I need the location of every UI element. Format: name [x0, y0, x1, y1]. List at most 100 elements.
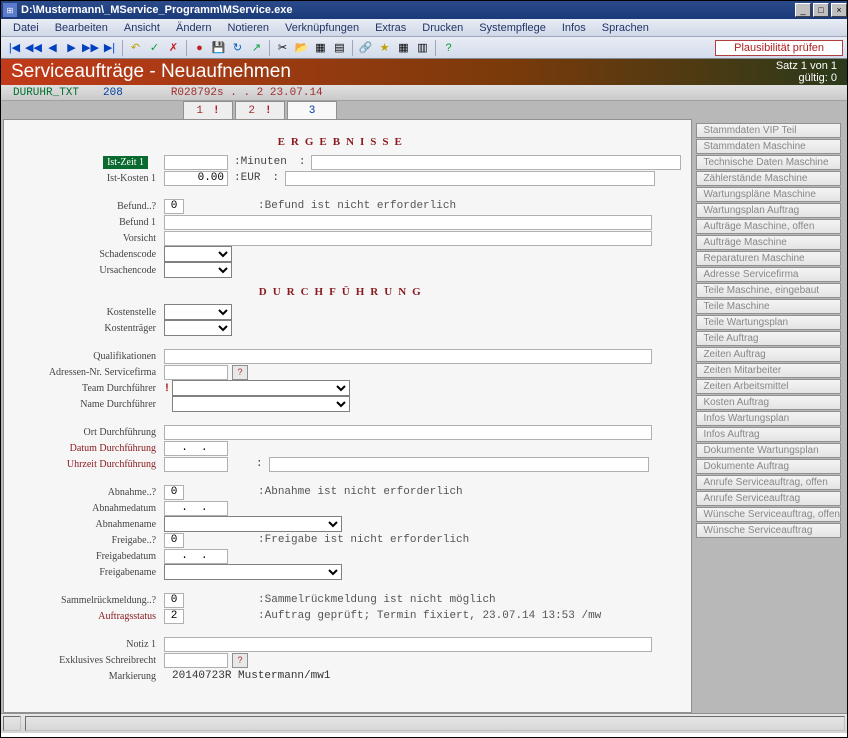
befundq-input[interactable] [164, 199, 184, 214]
side-button-19[interactable]: Infos Auftrag [696, 427, 841, 442]
menu-sprachen[interactable]: Sprachen [594, 20, 657, 36]
ortdf-input[interactable] [164, 425, 652, 440]
side-button-20[interactable]: Dokumente Wartungsplan [696, 443, 841, 458]
uhrzeitdf-input[interactable] [164, 457, 228, 472]
auftragsstatus-input[interactable] [164, 609, 184, 624]
prev-record-icon[interactable]: ◀ [44, 39, 61, 56]
menu-systempflege[interactable]: Systempflege [471, 20, 554, 36]
prev-page-icon[interactable]: ◀◀ [25, 39, 42, 56]
menu-extras[interactable]: Extras [367, 20, 414, 36]
menu-aendern[interactable]: Ändern [168, 20, 219, 36]
side-button-4[interactable]: Wartungspläne Maschine [696, 187, 841, 202]
abnahmedatum-input[interactable] [164, 501, 228, 516]
istkosten-input[interactable] [164, 171, 228, 186]
close-button[interactable]: × [831, 3, 847, 17]
schadenscode-select[interactable] [164, 246, 232, 262]
side-button-11[interactable]: Teile Maschine [696, 299, 841, 314]
sammelq-input[interactable] [164, 593, 184, 608]
abnahmename-select[interactable] [164, 516, 342, 532]
freigabeq-input[interactable] [164, 533, 184, 548]
help-icon[interactable]: ? [440, 39, 457, 56]
vorsicht-input[interactable] [164, 231, 652, 246]
side-button-9[interactable]: Adresse Servicefirma [696, 267, 841, 282]
side-button-7[interactable]: Aufträge Maschine [696, 235, 841, 250]
abnahmeq-input[interactable] [164, 485, 184, 500]
side-button-3[interactable]: Zählerstände Maschine [696, 171, 841, 186]
menu-ansicht[interactable]: Ansicht [116, 20, 168, 36]
side-button-16[interactable]: Zeiten Arbeitsmittel [696, 379, 841, 394]
last-record-icon[interactable]: ▶| [101, 39, 118, 56]
datumdf-input[interactable] [164, 441, 228, 456]
side-button-10[interactable]: Teile Maschine, eingebaut [696, 283, 841, 298]
qualifikationen-input[interactable] [164, 349, 652, 364]
undo-icon[interactable]: ↶ [127, 39, 144, 56]
adrnr-lookup-button[interactable]: ? [232, 365, 248, 380]
tool1-icon[interactable]: ▦ [312, 39, 329, 56]
minimize-button[interactable]: _ [795, 3, 811, 17]
side-button-6[interactable]: Aufträge Maschine, offen [696, 219, 841, 234]
kostenstelle-select[interactable] [164, 304, 232, 320]
menu-infos[interactable]: Infos [554, 20, 594, 36]
befund1-input[interactable] [164, 215, 652, 230]
ursachencode-select[interactable] [164, 262, 232, 278]
freigabename-select[interactable] [164, 564, 342, 580]
freigabedatum-input[interactable] [164, 549, 228, 564]
open-icon[interactable]: 📂 [293, 39, 310, 56]
next-record-icon[interactable]: ▶ [63, 39, 80, 56]
side-button-25[interactable]: Wünsche Serviceauftrag [696, 523, 841, 538]
menu-datei[interactable]: Datei [5, 20, 47, 36]
toolbar: |◀ ◀◀ ◀ ▶ ▶▶ ▶| ↶ ✓ ✗ ● 💾 ↻ ↗ ✂ 📂 ▦ ▤ 🔗 … [1, 37, 847, 59]
side-button-5[interactable]: Wartungsplan Auftrag [696, 203, 841, 218]
side-button-12[interactable]: Teile Wartungsplan [696, 315, 841, 330]
menu-notieren[interactable]: Notieren [219, 20, 277, 36]
side-button-21[interactable]: Dokumente Auftrag [696, 459, 841, 474]
record-icon[interactable]: ● [191, 39, 208, 56]
accept-icon[interactable]: ✓ [146, 39, 163, 56]
exschreib-lookup-button[interactable]: ? [232, 653, 248, 668]
notiz1-input[interactable] [164, 637, 652, 652]
side-button-1[interactable]: Stammdaten Maschine [696, 139, 841, 154]
next-page-icon[interactable]: ▶▶ [82, 39, 99, 56]
istkosten-desc-input[interactable] [285, 171, 655, 186]
lbl-istzeit: Ist-Zeit 1 [103, 156, 148, 169]
menu-drucken[interactable]: Drucken [414, 20, 471, 36]
link-icon[interactable]: 🔗 [357, 39, 374, 56]
side-button-23[interactable]: Anrufe Serviceauftrag [696, 491, 841, 506]
side-button-2[interactable]: Technische Daten Maschine [696, 155, 841, 170]
side-button-0[interactable]: Stammdaten VIP Teil [696, 123, 841, 138]
tab-1[interactable]: 1! [183, 101, 233, 119]
side-button-14[interactable]: Zeiten Auftrag [696, 347, 841, 362]
star-icon[interactable]: ★ [376, 39, 393, 56]
kostentraeger-select[interactable] [164, 320, 232, 336]
side-button-8[interactable]: Reparaturen Maschine [696, 251, 841, 266]
side-button-17[interactable]: Kosten Auftrag [696, 395, 841, 410]
adrnr-input[interactable] [164, 365, 228, 380]
namedf-select[interactable] [172, 396, 350, 412]
istzeit-desc-input[interactable] [311, 155, 681, 170]
tab-2[interactable]: 2! [235, 101, 285, 119]
maximize-button[interactable]: □ [813, 3, 829, 17]
istzeit-input[interactable] [164, 155, 228, 170]
tool2-icon[interactable]: ▤ [331, 39, 348, 56]
side-button-22[interactable]: Anrufe Serviceauftrag, offen [696, 475, 841, 490]
form-icon[interactable]: ▥ [414, 39, 431, 56]
exschreib-input[interactable] [164, 653, 228, 668]
side-button-24[interactable]: Wünsche Serviceauftrag, offen [696, 507, 841, 522]
first-record-icon[interactable]: |◀ [6, 39, 23, 56]
side-button-18[interactable]: Infos Wartungsplan [696, 411, 841, 426]
menu-verknuepfungen[interactable]: Verknüpfungen [277, 20, 367, 36]
menu-bearbeiten[interactable]: Bearbeiten [47, 20, 116, 36]
plausibility-button[interactable]: Plausibilität prüfen [715, 40, 843, 56]
save-icon[interactable]: 💾 [210, 39, 227, 56]
tab-3[interactable]: 3 [287, 101, 337, 119]
side-button-13[interactable]: Teile Auftrag [696, 331, 841, 346]
refresh-icon[interactable]: ↻ [229, 39, 246, 56]
teamdf-select[interactable] [172, 380, 350, 396]
cut-icon[interactable]: ✂ [274, 39, 291, 56]
page-title: Serviceaufträge - Neuaufnehmen [11, 61, 291, 83]
uhrzeit-desc-input[interactable] [269, 457, 649, 472]
side-button-15[interactable]: Zeiten Mitarbeiter [696, 363, 841, 378]
export-icon[interactable]: ↗ [248, 39, 265, 56]
calc-icon[interactable]: ▦ [395, 39, 412, 56]
cancel-icon[interactable]: ✗ [165, 39, 182, 56]
